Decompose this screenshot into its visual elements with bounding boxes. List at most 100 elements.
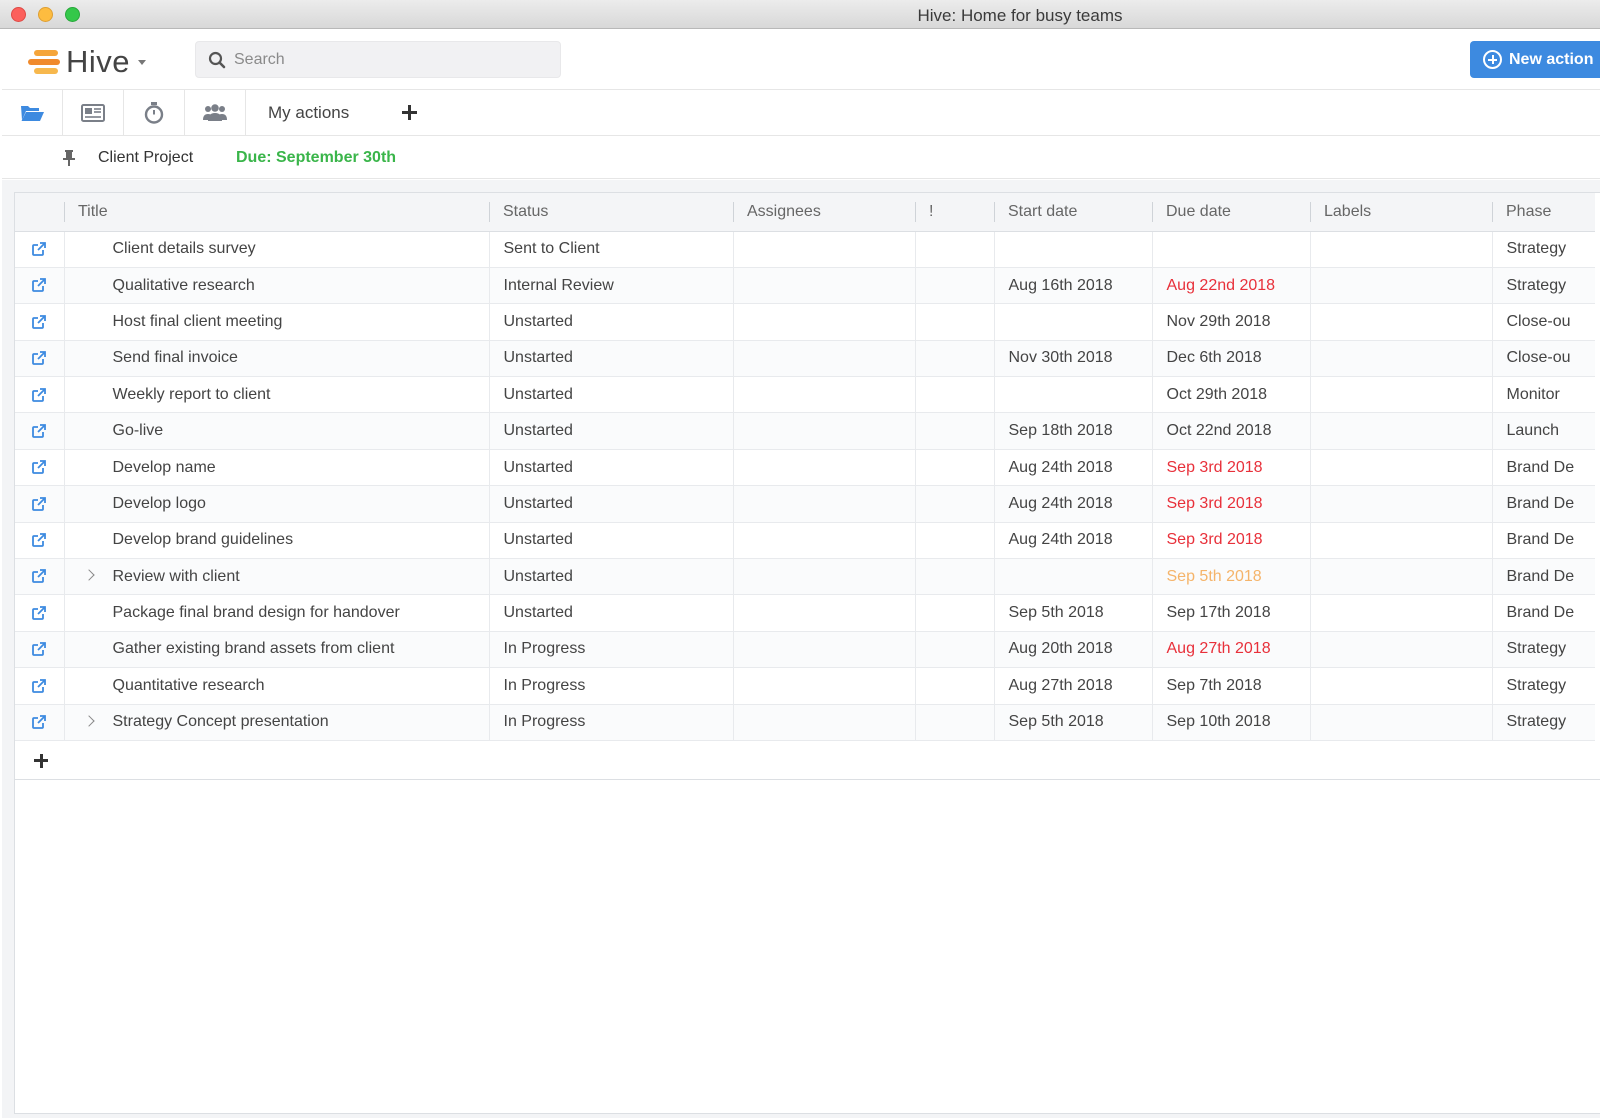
priority-cell[interactable] <box>914 631 994 669</box>
due-date-cell[interactable]: Sep 3rd 2018 <box>1151 485 1310 523</box>
external-link-icon[interactable] <box>31 641 47 657</box>
due-date-cell[interactable]: Aug 27th 2018 <box>1151 631 1310 669</box>
table-row[interactable]: Package final brand design for handover U… <box>15 594 1595 632</box>
title-cell[interactable]: Weekly report to client <box>63 376 489 414</box>
assignees-cell[interactable] <box>732 631 915 669</box>
external-link-icon[interactable] <box>31 314 47 330</box>
open-action-cell[interactable] <box>15 340 64 378</box>
open-action-cell[interactable] <box>15 485 64 523</box>
labels-cell[interactable] <box>1309 340 1492 378</box>
action-title[interactable]: Quantitative research <box>113 677 265 694</box>
due-date-cell[interactable]: Aug 22nd 2018 <box>1151 267 1310 305</box>
status-cell[interactable]: Internal Review <box>488 267 733 305</box>
table-row[interactable]: Qualitative research Internal Review Aug 1… <box>15 267 1595 305</box>
start-date-cell[interactable]: Aug 24th 2018 <box>993 522 1152 560</box>
start-date-cell[interactable] <box>993 558 1152 596</box>
start-date-cell[interactable]: Aug 20th 2018 <box>993 631 1152 669</box>
title-cell[interactable]: Develop brand guidelines <box>63 522 489 560</box>
priority-cell[interactable] <box>914 594 994 632</box>
priority-cell[interactable] <box>914 704 994 741</box>
open-action-cell[interactable] <box>15 594 64 632</box>
external-link-icon[interactable] <box>31 459 47 475</box>
table-row[interactable]: Weekly report to client Unstarted Oct 29th… <box>15 376 1595 414</box>
open-action-cell[interactable] <box>15 522 64 560</box>
assignees-cell[interactable] <box>732 267 915 305</box>
assignees-cell[interactable] <box>732 449 915 487</box>
phase-cell[interactable]: Close-ou <box>1491 303 1595 341</box>
phase-cell[interactable]: Strategy <box>1491 267 1595 305</box>
column-header-start-date[interactable]: Start date <box>994 193 1152 232</box>
priority-cell[interactable] <box>914 667 994 705</box>
title-cell[interactable]: Send final invoice <box>63 340 489 378</box>
table-row[interactable]: Host final client meeting Unstarted Nov 29… <box>15 303 1595 341</box>
assignees-cell[interactable] <box>732 558 915 596</box>
table-row[interactable]: Go-live Unstarted Sep 18th 2018 Oct 22nd 20… <box>15 412 1595 450</box>
due-date-cell[interactable]: Oct 22nd 2018 <box>1151 412 1310 450</box>
labels-cell[interactable] <box>1309 667 1492 705</box>
title-cell[interactable]: Strategy Concept presentation <box>63 704 489 741</box>
due-date-cell[interactable]: Dec 6th 2018 <box>1151 340 1310 378</box>
priority-cell[interactable] <box>914 558 994 596</box>
pin-icon[interactable] <box>62 149 76 167</box>
status-cell[interactable]: In Progress <box>488 631 733 669</box>
labels-cell[interactable] <box>1309 449 1492 487</box>
title-cell[interactable]: Package final brand design for handover <box>63 594 489 632</box>
project-name[interactable]: Client Project <box>98 149 193 167</box>
assignees-cell[interactable] <box>732 376 915 414</box>
assignees-cell[interactable] <box>732 340 915 378</box>
phase-cell[interactable]: Launch <box>1491 412 1595 450</box>
status-cell[interactable]: In Progress <box>488 704 733 741</box>
phase-cell[interactable]: Monitor <box>1491 376 1595 414</box>
table-row[interactable]: Strategy Concept presentation In Progress… <box>15 704 1595 741</box>
search-input[interactable] <box>234 48 534 72</box>
due-date-cell[interactable]: Sep 17th 2018 <box>1151 594 1310 632</box>
status-cell[interactable]: Unstarted <box>488 340 733 378</box>
table-row[interactable]: Send final invoice Unstarted Nov 30th 2018… <box>15 340 1595 378</box>
due-date-cell[interactable] <box>1151 231 1310 268</box>
title-cell[interactable]: Quantitative research <box>63 667 489 705</box>
title-cell[interactable]: Client details survey <box>63 231 489 268</box>
status-cell[interactable]: Unstarted <box>488 558 733 596</box>
assignees-cell[interactable] <box>732 303 915 341</box>
action-title[interactable]: Review with client <box>113 568 240 585</box>
priority-cell[interactable] <box>914 376 994 414</box>
priority-cell[interactable] <box>914 449 994 487</box>
labels-cell[interactable] <box>1309 376 1492 414</box>
due-date-cell[interactable]: Sep 3rd 2018 <box>1151 449 1310 487</box>
action-title[interactable]: Qualitative research <box>113 277 255 294</box>
labels-cell[interactable] <box>1309 704 1492 741</box>
table-row[interactable]: Develop brand guidelines Unstarted Aug 24t… <box>15 522 1595 560</box>
external-link-icon[interactable] <box>31 241 47 257</box>
title-cell[interactable]: Review with client <box>63 558 489 596</box>
due-date-cell[interactable]: Sep 10th 2018 <box>1151 704 1310 741</box>
table-row[interactable]: Client details survey Sent to Client Strat… <box>15 231 1595 268</box>
table-row[interactable]: Quantitative research In Progress Aug 27th… <box>15 667 1595 705</box>
due-date-cell[interactable]: Nov 29th 2018 <box>1151 303 1310 341</box>
title-cell[interactable]: Gather existing brand assets from client <box>63 631 489 669</box>
projects-view-button[interactable] <box>2 90 63 136</box>
external-link-icon[interactable] <box>31 678 47 694</box>
assignees-cell[interactable] <box>732 594 915 632</box>
labels-cell[interactable] <box>1309 631 1492 669</box>
add-action-button[interactable] <box>33 753 49 769</box>
table-row[interactable]: Develop name Unstarted Aug 24th 2018 Sep 3r… <box>15 449 1595 487</box>
title-cell[interactable]: Develop logo <box>63 485 489 523</box>
action-title[interactable]: Go-live <box>113 422 164 439</box>
phase-cell[interactable]: Strategy <box>1491 667 1595 705</box>
status-cell[interactable]: Unstarted <box>488 485 733 523</box>
priority-cell[interactable] <box>914 303 994 341</box>
chevron-right-icon[interactable] <box>82 714 95 727</box>
action-title[interactable]: Develop name <box>113 459 216 476</box>
action-title[interactable]: Send final invoice <box>113 349 238 366</box>
action-title[interactable]: Package final brand design for handover <box>113 604 400 621</box>
start-date-cell[interactable] <box>993 231 1152 268</box>
open-action-cell[interactable] <box>15 376 64 414</box>
open-action-cell[interactable] <box>15 231 64 268</box>
external-link-icon[interactable] <box>31 532 47 548</box>
start-date-cell[interactable]: Sep 5th 2018 <box>993 594 1152 632</box>
priority-cell[interactable] <box>914 267 994 305</box>
open-action-cell[interactable] <box>15 558 64 596</box>
add-tab-button[interactable] <box>398 101 422 125</box>
open-action-cell[interactable] <box>15 631 64 669</box>
timesheets-view-button[interactable] <box>124 90 185 136</box>
